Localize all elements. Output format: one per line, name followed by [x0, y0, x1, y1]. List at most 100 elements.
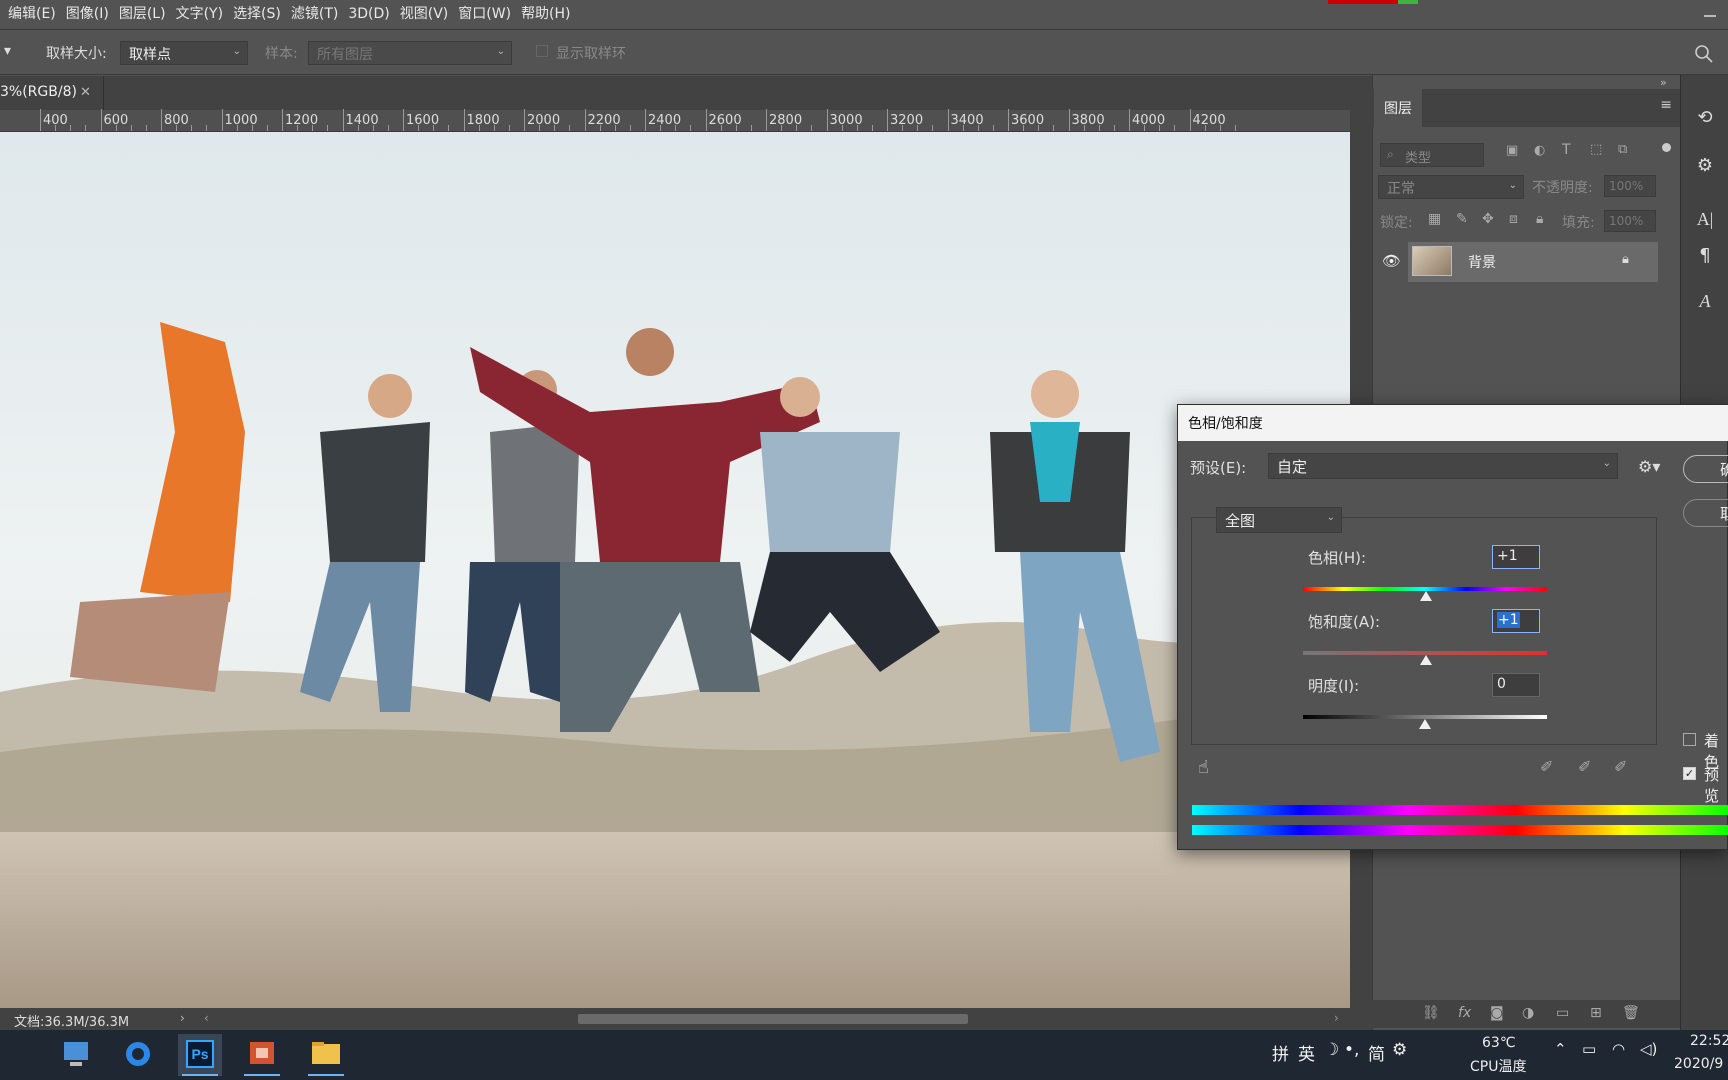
menu-image[interactable]: 图像(I) — [61, 0, 114, 30]
menu-window[interactable]: 窗口(W) — [453, 0, 516, 30]
ime-moon-icon[interactable]: ☽ — [1324, 1040, 1339, 1060]
hue-input[interactable]: +1 — [1492, 545, 1540, 569]
minimize-icon[interactable] — [1702, 6, 1718, 22]
panel-menu-icon[interactable]: ≡ — [1660, 97, 1672, 113]
dialog-titlebar[interactable]: 色相/饱和度 — [1178, 405, 1728, 441]
opacity-field[interactable]: 100% — [1604, 175, 1656, 197]
ok-button[interactable]: 确 — [1683, 455, 1728, 483]
lock-all-icon[interactable]: 🔒︎ — [1536, 211, 1543, 227]
saturation-input[interactable]: +1 — [1492, 609, 1540, 633]
menu-help[interactable]: 帮助(H) — [516, 0, 575, 30]
menu-filter[interactable]: 滤镜(T) — [286, 0, 343, 30]
wifi-icon[interactable]: ◠ — [1612, 1040, 1625, 1058]
search-icon[interactable] — [1694, 44, 1714, 64]
text-filter-icon[interactable]: T — [1562, 142, 1571, 158]
preview-checkbox[interactable]: ✓ — [1683, 767, 1696, 780]
ruler-minor-tick — [1174, 125, 1176, 131]
ruler-minor-tick — [176, 125, 178, 131]
menu-select[interactable]: 选择(S) — [228, 0, 286, 30]
menu-view[interactable]: 视图(V) — [395, 0, 454, 30]
adjustment-group — [1191, 517, 1657, 745]
scroll-right-icon[interactable]: › — [1334, 1011, 1339, 1025]
collapse-panels-icon[interactable]: » — [1660, 76, 1667, 89]
taskbar-app-powerpoint[interactable] — [240, 1034, 284, 1076]
visibility-eye-icon[interactable]: 👁︎ — [1382, 252, 1401, 270]
glyphs-icon[interactable]: A — [1693, 291, 1717, 315]
menu-type[interactable]: 文字(Y) — [171, 0, 228, 30]
clock-time[interactable]: 22:52 — [1690, 1033, 1728, 1049]
cancel-button[interactable]: 取 — [1683, 499, 1728, 527]
ime-simplified[interactable]: 简 — [1368, 1040, 1385, 1065]
paragraph-icon[interactable]: ¶ — [1693, 245, 1717, 269]
character-icon[interactable]: A| — [1693, 209, 1717, 233]
layer-filter-select[interactable]: ⌕ 类型 — [1380, 143, 1484, 167]
smart-object-filter-icon[interactable]: ⧉ — [1618, 142, 1627, 157]
blend-mode-select[interactable]: 正常 ⌄ — [1378, 175, 1524, 199]
horizontal-scrollbar-thumb[interactable] — [578, 1014, 968, 1024]
tab-layers[interactable]: 图层 — [1374, 89, 1422, 127]
lock-artboard-icon[interactable]: ⧈ — [1509, 211, 1518, 227]
lock-transparent-icon[interactable]: ▦ — [1428, 211, 1441, 227]
volume-icon[interactable]: ◁) — [1640, 1040, 1657, 1058]
ruler-minor-tick — [1113, 125, 1115, 131]
taskbar-app-browser[interactable] — [116, 1034, 160, 1076]
filter-toggle-icon[interactable] — [1662, 143, 1671, 152]
ime-settings-icon[interactable]: ⚙ — [1392, 1040, 1407, 1060]
eyedropper-icon[interactable]: ✐ — [1540, 757, 1553, 776]
colorize-checkbox[interactable] — [1683, 733, 1696, 746]
ruler-minor-tick — [1038, 125, 1040, 131]
close-icon[interactable]: ✕ — [80, 85, 91, 100]
lock-position-icon[interactable]: ✥ — [1482, 211, 1494, 227]
menu-edit[interactable]: 编辑(E) — [0, 0, 61, 30]
edit-range-select[interactable]: 全图 ⌄ — [1216, 507, 1342, 533]
sample-select[interactable]: 所有图层 ⌄ — [308, 41, 512, 65]
lightness-slider-thumb[interactable] — [1419, 719, 1431, 729]
ruler-minor-tick — [387, 125, 389, 131]
new-layer-icon[interactable]: ⊞ — [1590, 1005, 1606, 1021]
ruler-minor-tick — [796, 125, 798, 131]
sample-size-select[interactable]: 取样点 ⌄ — [120, 41, 248, 65]
show-hidden-icons-icon[interactable]: ⌃ — [1554, 1040, 1567, 1058]
add-mask-icon[interactable]: ◙ — [1490, 1005, 1506, 1021]
taskbar-app-photoshop[interactable]: Ps — [178, 1034, 222, 1076]
scroll-left-icon[interactable]: ‹ — [204, 1011, 209, 1025]
eyedropper-plus-icon[interactable]: ✐ — [1578, 757, 1591, 776]
saturation-slider-thumb[interactable] — [1420, 655, 1433, 665]
lock-paint-icon[interactable]: ✎ — [1456, 211, 1468, 227]
menu-3d[interactable]: 3D(D) — [343, 0, 394, 30]
taskbar-app-computer[interactable] — [54, 1034, 98, 1076]
ruler-minor-tick — [448, 125, 450, 131]
shape-filter-icon[interactable]: ⬚ — [1590, 142, 1602, 157]
ime-pinyin[interactable]: 拼 — [1272, 1040, 1289, 1065]
eyedropper-minus-icon[interactable]: ✐ — [1614, 757, 1627, 776]
hue-slider-thumb[interactable] — [1419, 591, 1432, 601]
adjustment-layer-icon[interactable]: ◑ — [1522, 1005, 1538, 1021]
clock-date[interactable]: 2020/9 — [1674, 1056, 1723, 1072]
lightness-input[interactable]: 0 — [1492, 673, 1540, 697]
document-tab[interactable]: 3%(RGB/8) ✕ — [0, 76, 104, 110]
fill-field[interactable]: 100% — [1604, 210, 1656, 232]
delete-layer-icon[interactable]: 🗑︎ — [1622, 1005, 1640, 1021]
ruler-tick — [161, 109, 162, 131]
ruler-minor-tick — [1204, 125, 1206, 131]
properties-icon[interactable]: ⚙ — [1693, 155, 1717, 179]
preset-select[interactable]: 自定 ⌄ — [1268, 453, 1618, 479]
battery-icon[interactable]: ▭ — [1582, 1040, 1596, 1058]
taskbar-app-explorer[interactable] — [304, 1034, 348, 1076]
photo-canvas[interactable] — [0, 132, 1350, 1008]
image-filter-icon[interactable]: ▣ — [1506, 143, 1518, 158]
gear-icon[interactable]: ⚙▾ — [1638, 457, 1660, 476]
new-group-icon[interactable]: ▭ — [1556, 1005, 1572, 1021]
targeted-adjustment-hand-icon[interactable]: ☝ — [1198, 757, 1209, 778]
layer-lock-icon[interactable]: 🔒︎ — [1622, 252, 1629, 267]
tool-preset-chevron-icon[interactable]: ▾ — [4, 43, 11, 59]
history-icon[interactable]: ⟲ — [1693, 107, 1717, 131]
ime-english[interactable]: 英 — [1298, 1040, 1315, 1065]
status-menu-chevron-icon[interactable]: › — [180, 1011, 185, 1025]
link-layers-icon[interactable]: ⛓ — [1422, 1005, 1440, 1021]
menu-layer[interactable]: 图层(L) — [114, 0, 171, 30]
fx-icon[interactable]: fx — [1458, 1005, 1474, 1021]
adjustment-filter-icon[interactable]: ◐ — [1534, 143, 1545, 158]
show-ring-checkbox[interactable] — [536, 45, 548, 57]
ime-punct-icon[interactable]: •, — [1344, 1040, 1359, 1060]
